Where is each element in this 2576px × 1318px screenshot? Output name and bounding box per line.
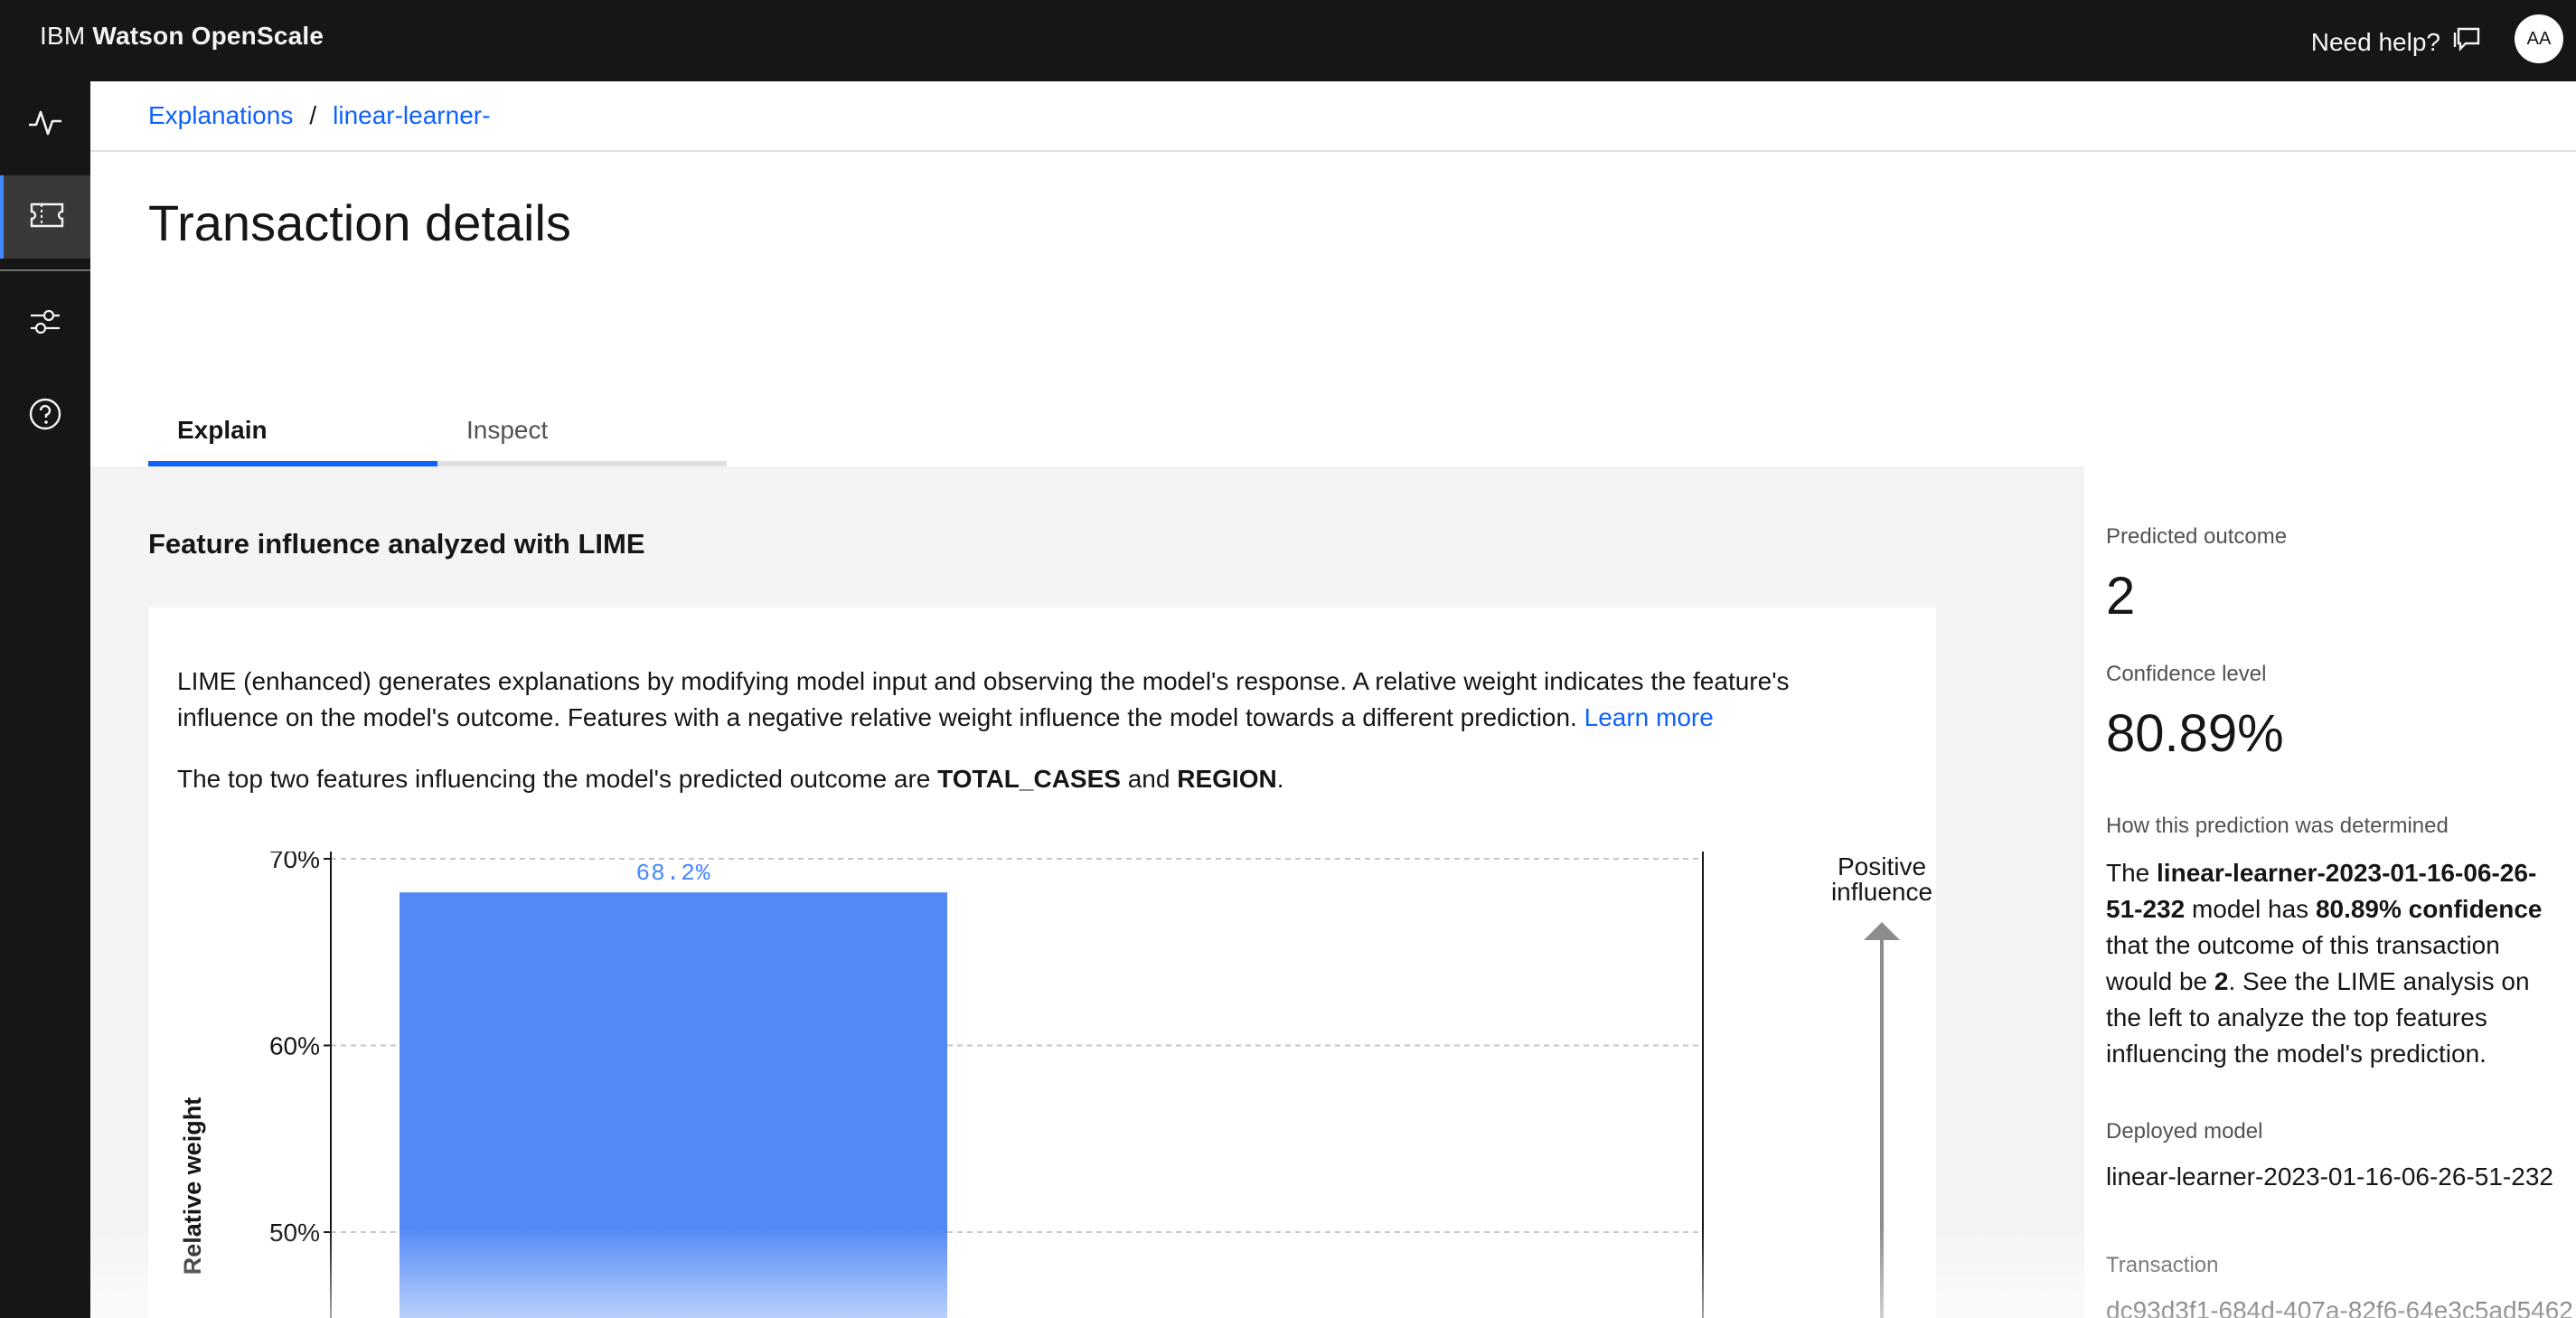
- sliders-icon: [29, 306, 61, 342]
- how-confidence: 80.89% confidence: [2315, 895, 2543, 923]
- need-help-button[interactable]: Need help?: [2311, 25, 2482, 59]
- top-header: IBM Watson OpenScale Need help? AA: [0, 0, 2576, 81]
- how-prefix: The: [2106, 859, 2150, 887]
- top-feature-2: REGION: [1177, 765, 1277, 793]
- rail-item-configure[interactable]: [0, 282, 90, 365]
- top-feature-1: TOTAL_CASES: [937, 765, 1121, 793]
- how-mid: model has: [2191, 895, 2309, 923]
- breadcrumb: Explanations / linear-learner-: [90, 81, 2576, 152]
- chat-icon: [2453, 25, 2482, 59]
- y-axis-label: Relative weight: [179, 1097, 206, 1276]
- y-tick-label: 70%: [269, 852, 320, 873]
- description-text: LIME (enhanced) generates explanations b…: [177, 667, 1790, 731]
- feature-influence-chart: 70% 60% 50% Relative weight 68.2% Positive inf…: [148, 845, 1936, 1318]
- breadcrumb-link-model[interactable]: linear-learner-: [333, 101, 490, 130]
- page-title: Transaction details: [148, 194, 571, 251]
- influence-arrow-head: [1864, 922, 1900, 940]
- y-tick-label: 50%: [269, 1219, 320, 1247]
- left-nav-rail: [0, 81, 90, 1318]
- learn-more-link[interactable]: Learn more: [1584, 703, 1714, 731]
- avatar-initials: AA: [2526, 28, 2552, 49]
- bar: [400, 892, 947, 1318]
- deployed-model-label: Deployed model: [2106, 1119, 2263, 1144]
- how-determined-label: How this prediction was determined: [2106, 814, 2449, 838]
- rail-divider: [0, 269, 90, 271]
- main-content: Explanations / linear-learner- Transacti…: [90, 81, 2576, 1318]
- section-title: Feature influence analyzed with LIME: [148, 528, 645, 560]
- rail-item-explanations[interactable]: [0, 175, 90, 259]
- top-features-suffix: .: [1276, 765, 1284, 793]
- transaction-label: Transaction: [2106, 1253, 2219, 1277]
- explain-section: Feature influence analyzed with LIME: [148, 506, 2026, 560]
- chart-svg: 70% 60% 50% Relative weight 68.2% Positiveinf…: [179, 845, 1932, 1318]
- transaction-id: dc93d3f1-684d-407a-82f6-64e3c5ad5462-1: [2106, 1296, 2573, 1318]
- deployed-model-value: linear-learner-2023-01-16-06-26-51-232: [2106, 1163, 2553, 1191]
- predicted-outcome-value: 2: [2106, 567, 2136, 626]
- need-help-label: Need help?: [2310, 27, 2440, 56]
- rail-item-monitoring[interactable]: [0, 83, 90, 166]
- breadcrumb-link-explanations[interactable]: Explanations: [148, 101, 293, 130]
- ticket-icon: [29, 201, 65, 234]
- y-tick-label: 60%: [269, 1032, 320, 1060]
- lime-card: LIME (enhanced) generates explanations b…: [148, 607, 1936, 1318]
- confidence-label: Confidence level: [2106, 662, 2267, 686]
- how-outcome: 2: [2214, 967, 2229, 995]
- bar-data-label: 68.2%: [635, 860, 710, 887]
- prediction-summary-panel: Predicted outcome 2 Confidence level 80.…: [2084, 466, 2576, 1318]
- top-features-sentence: The top two features influencing the mod…: [177, 765, 1283, 794]
- predicted-outcome-label: Predicted outcome: [2106, 524, 2288, 549]
- breadcrumb-separator: /: [309, 101, 317, 129]
- top-features-prefix: The top two features influencing the mod…: [177, 765, 931, 793]
- brand-name: Watson OpenScale: [92, 22, 324, 50]
- tab-inspect[interactable]: Inspect: [437, 385, 727, 466]
- tab-explain[interactable]: Explain: [148, 385, 437, 466]
- help-icon: [28, 397, 62, 436]
- influence-annotation: influence: [1831, 878, 1932, 906]
- activity-icon: [27, 107, 63, 144]
- lime-description: LIME (enhanced) generates explanations b…: [177, 664, 1894, 736]
- app-brand[interactable]: IBM Watson OpenScale: [40, 22, 324, 51]
- tab-list: Explain Inspect: [148, 385, 727, 466]
- rail-item-help[interactable]: [0, 374, 90, 457]
- brand-prefix: IBM: [40, 22, 86, 50]
- top-features-and: and: [1127, 765, 1170, 793]
- influence-annotation: Positive: [1838, 852, 1926, 880]
- user-avatar[interactable]: AA: [2515, 14, 2563, 63]
- confidence-value: 80.89%: [2106, 704, 2284, 763]
- how-determined-text: The linear-learner-2023-01-16-06-26-51-2…: [2106, 855, 2567, 1072]
